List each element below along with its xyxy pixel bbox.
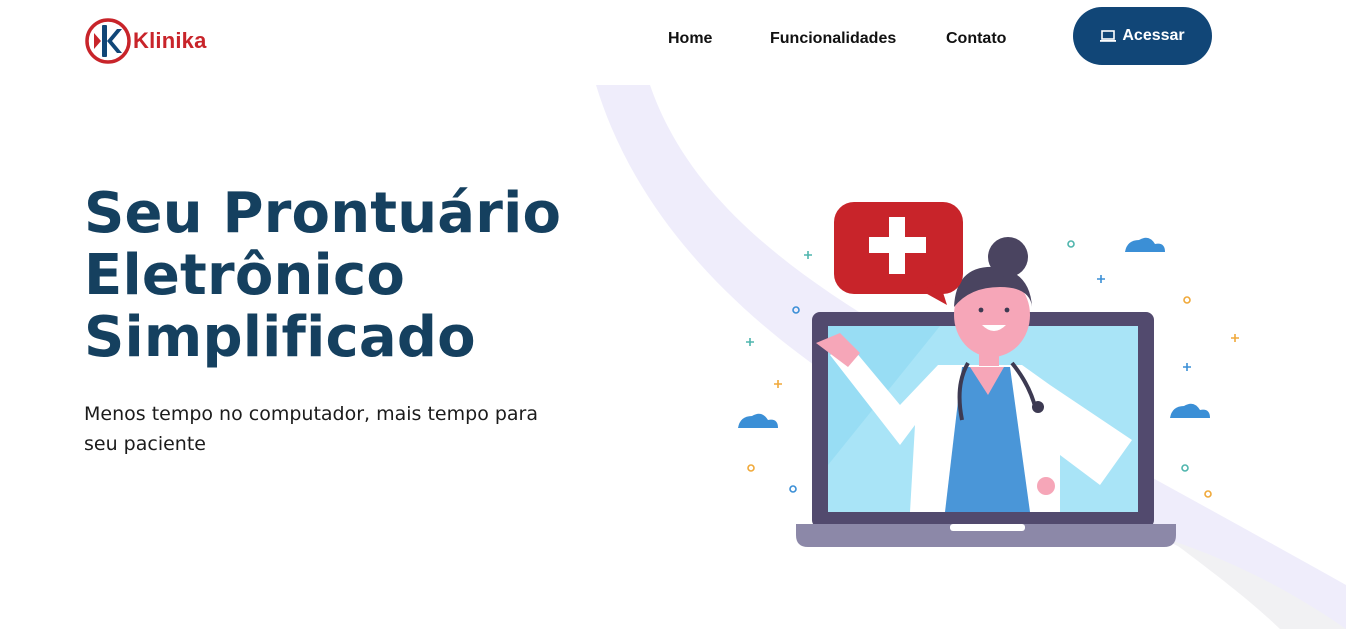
acessar-button[interactable]: Acessar	[1073, 7, 1212, 65]
speech-bubble-plus-icon	[834, 202, 963, 305]
hero-title-line-2: Eletrônico	[84, 243, 406, 308]
hero-subtitle: Menos tempo no computador, mais tempo pa…	[84, 403, 539, 455]
site-header: Klinika Home Funcionalidades Contato Ace…	[0, 0, 1346, 80]
laptop-icon	[1100, 30, 1117, 42]
nav-funcionalidades-link[interactable]: Funcionalidades	[770, 30, 896, 48]
hero-section: Seu Prontuário Eletrônico Simplificado M…	[84, 183, 644, 459]
brand-name: Klinika	[133, 28, 207, 53]
doctor-laptop-illustration	[738, 202, 1239, 547]
hero-title: Seu Prontuário Eletrônico Simplificado	[84, 183, 644, 369]
nav-home-link[interactable]: Home	[668, 30, 712, 48]
acessar-button-label: Acessar	[1122, 27, 1185, 44]
hero-title-line-3: Simplificado	[84, 305, 476, 370]
klinika-logo-icon	[85, 18, 131, 64]
hero-title-line-1: Seu Prontuário	[84, 181, 562, 246]
nav-contato-link[interactable]: Contato	[946, 30, 1006, 48]
brand-logo[interactable]: Klinika	[84, 17, 207, 65]
